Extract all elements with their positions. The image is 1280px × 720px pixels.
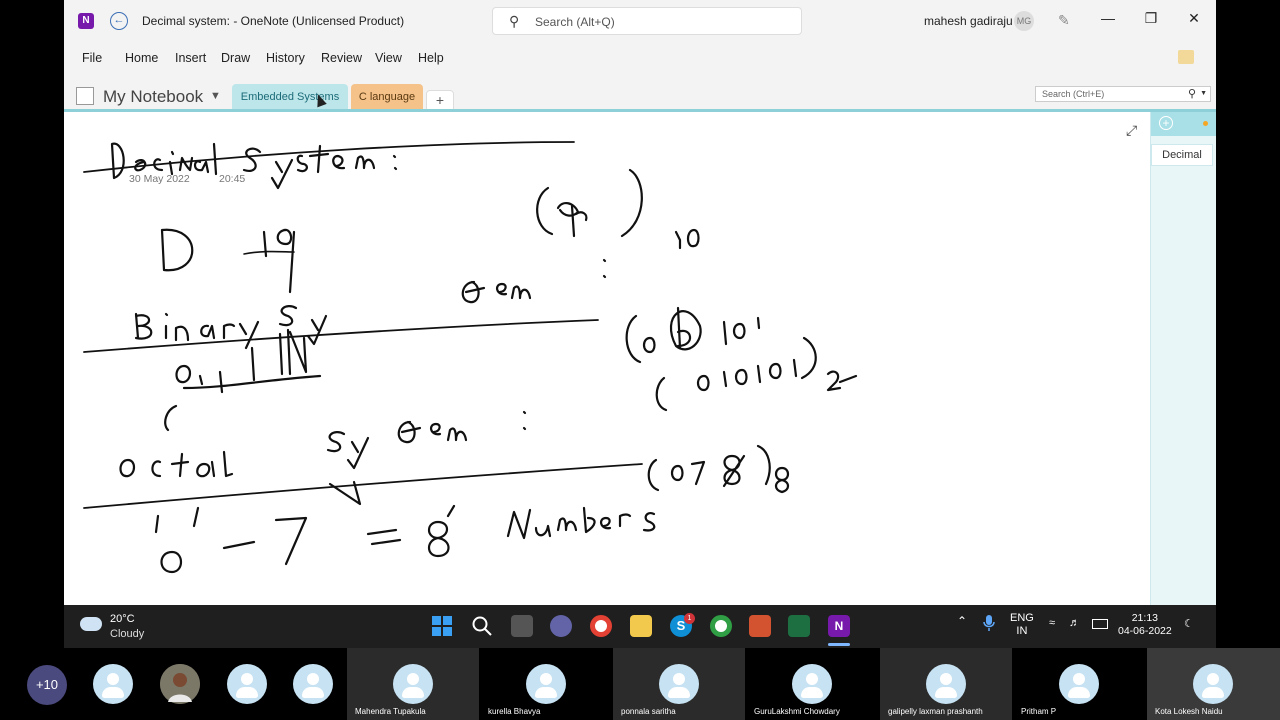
search-icon: ⚲ [1187,88,1196,100]
participant-avatar [659,664,699,704]
back-arrow-icon[interactable]: ← [110,12,128,30]
notebook-name[interactable]: My Notebook [103,87,203,107]
participant-name: ponnala saritha [621,707,676,716]
restore-icon[interactable]: ❐ [1141,10,1161,27]
more-participants-button[interactable]: +10 [27,665,67,705]
wifi-icon[interactable]: ≈ [1049,617,1055,629]
excel-icon[interactable] [788,615,810,637]
weather-temp[interactable]: 20°C [110,613,135,625]
onenote-taskbar-icon[interactable]: N [828,615,850,637]
participant-avatar [393,664,433,704]
menu-review[interactable]: Review [321,51,362,65]
participant-tile[interactable]: Mahendra Tupakula [347,648,479,720]
powerpoint-icon[interactable] [749,615,771,637]
start-icon[interactable] [431,615,453,637]
participant-avatar [1059,664,1099,704]
search-icon: ⚲ [509,13,520,29]
sticky-note-icon[interactable] [1178,50,1194,64]
minimize-icon[interactable]: — [1098,10,1118,26]
chat-icon[interactable] [550,615,572,637]
clock[interactable]: 21:13 04-06-2022 [1118,612,1172,638]
pages-panel-header: + [1151,112,1216,136]
microphone-icon[interactable] [982,614,996,632]
participant-tile[interactable]: kurella Bhavya [480,648,612,720]
window-title: Decimal system: - OneNote (Unlicensed Pr… [142,14,405,28]
region-code: IN [1016,625,1028,637]
status-dot-icon [1203,121,1208,126]
chevron-up-icon[interactable]: ⌃ [957,614,967,628]
participant-avatar [526,664,566,704]
menu-help[interactable]: Help [418,51,444,65]
cloud-icon[interactable] [80,617,102,631]
chrome-icon[interactable] [590,615,612,637]
participant-tile[interactable]: Pritham P [1013,648,1145,720]
add-page-button[interactable]: + [1159,116,1173,130]
task-view-icon[interactable] [511,615,533,637]
user-avatar[interactable]: MG [1014,11,1034,31]
windows-taskbar: 20°C Cloudy S 1 N ⌃ ENG IN ≈ ♬ 21:13 04-… [64,605,1216,648]
meeting-participants-strip: +10 Mahendra Tupakula kurella Bhavya pon… [0,648,1280,720]
participant-tile[interactable]: galipelly laxman prashanth [880,648,1012,720]
participant-tile[interactable]: ponnala saritha [613,648,745,720]
active-app-indicator [828,643,850,646]
participant-avatar[interactable] [93,664,133,704]
search-placeholder: Search (Alt+Q) [535,15,615,29]
clock-date: 04-06-2022 [1118,625,1172,637]
tab-embedded-systems[interactable]: Embedded Systems [232,84,348,110]
page-item-decimal[interactable]: Decimal [1151,144,1213,166]
volume-icon[interactable]: ♬ [1069,617,1080,629]
participant-avatar[interactable] [293,664,333,704]
menu-home[interactable]: Home [125,51,158,65]
title-bar: N ← Decimal system: - OneNote (Unlicense… [64,0,1216,42]
page-canvas[interactable] [64,112,1150,605]
notification-icon[interactable]: ☾ [1184,617,1194,630]
expand-icon[interactable]: ⤢ [1126,122,1137,139]
pen-icon[interactable]: ✎ [1058,12,1070,29]
file-explorer-icon[interactable] [630,615,652,637]
tab-c-language[interactable]: C language [351,84,423,110]
notebook-icon[interactable] [76,87,94,105]
participant-name: Kota Lokesh Naidu [1155,707,1223,716]
search-box[interactable]: ⚲ Search (Alt+Q) [492,7,802,35]
menu-draw[interactable]: Draw [221,51,250,65]
chevron-down-icon[interactable]: ▼ [1200,90,1207,97]
search-icon[interactable] [471,615,493,637]
menu-file[interactable]: File [82,51,102,65]
section-search-box[interactable]: Search (Ctrl+E) ⚲ ▼ [1035,86,1211,102]
menu-bar: File Home Insert Draw History Review Vie… [64,42,1216,74]
battery-icon[interactable] [1092,619,1108,629]
participant-tile[interactable]: GuruLakshmi Chowdary [746,648,878,720]
chrome-profile-icon[interactable] [710,615,732,637]
menu-insert[interactable]: Insert [175,51,206,65]
pages-panel: + Decimal [1150,112,1216,605]
participant-photo-avatar[interactable] [160,664,200,704]
participant-name: Mahendra Tupakula [355,707,426,716]
participant-avatar[interactable] [227,664,267,704]
participant-name: kurella Bhavya [488,707,541,716]
participant-avatar [1193,664,1233,704]
clock-time: 21:13 [1131,612,1158,624]
handwritten-ink [83,141,858,574]
add-section-button[interactable]: + [426,90,454,110]
section-search-placeholder: Search (Ctrl+E) [1042,89,1105,99]
menu-history[interactable]: History [266,51,305,65]
language-indicator[interactable]: ENG IN [1010,612,1034,638]
page-date: 30 May 2022 [129,173,190,185]
page-time: 20:45 [219,173,246,185]
participant-tile[interactable]: Kota Lokesh Naidu [1147,648,1280,720]
close-icon[interactable]: ✕ [1184,10,1204,27]
participant-avatar [792,664,832,704]
participant-name: GuruLakshmi Chowdary [754,707,840,716]
user-name[interactable]: mahesh gadiraju [924,14,1013,28]
menu-view[interactable]: View [375,51,402,65]
weather-condition[interactable]: Cloudy [110,628,144,640]
participant-name: galipelly laxman prashanth [888,707,983,716]
language-code: ENG [1010,612,1034,624]
onenote-window: N ← Decimal system: - OneNote (Unlicense… [64,0,1216,605]
participant-name: Pritham P [1021,707,1057,716]
skype-badge: 1 [684,613,695,624]
chevron-down-icon[interactable]: ▼ [210,90,221,102]
onenote-logo-icon: N [78,13,94,29]
participant-avatar [926,664,966,704]
